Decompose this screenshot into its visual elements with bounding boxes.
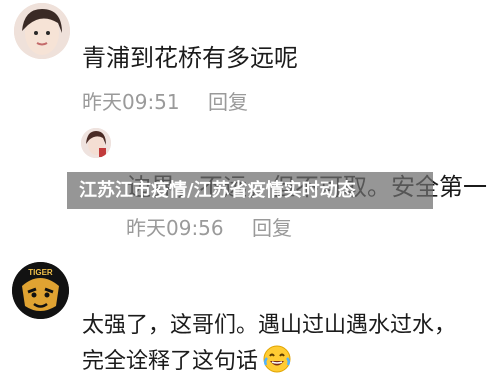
comment-3-text-line1: 太强了，这哥们。遇山过山遇水过水，	[82, 313, 457, 338]
comment-1-meta: 昨天09:51 回复	[82, 86, 248, 115]
comment-2-meta: 昨天09:56 回复	[126, 212, 292, 241]
comment-1-time: 昨天09:51	[82, 90, 180, 114]
comment-2-time: 昨天09:56	[126, 216, 224, 240]
avatar-badge-text: TIGER	[28, 268, 53, 277]
portrait-icon	[81, 128, 111, 158]
laughing-crying-emoji-icon	[262, 344, 292, 374]
news-title-banner: 江苏江市疫情/江苏省疫情实时动态	[67, 172, 433, 209]
avatar-user-3[interactable]: TIGER	[12, 262, 69, 319]
comment-2-reply-button[interactable]: 回复	[252, 216, 292, 240]
comment-3-line2: 完全诠释了这句话	[82, 349, 259, 374]
comment-1-reply-button[interactable]: 回复	[208, 90, 248, 114]
comment-1-text: 青浦到花桥有多远呢	[82, 44, 298, 72]
portrait-icon	[14, 3, 70, 59]
comment-3-text-line2: 完全诠释了这句话	[82, 343, 292, 375]
avatar-user-2[interactable]	[81, 128, 111, 158]
avatar-user-1[interactable]	[14, 3, 70, 59]
